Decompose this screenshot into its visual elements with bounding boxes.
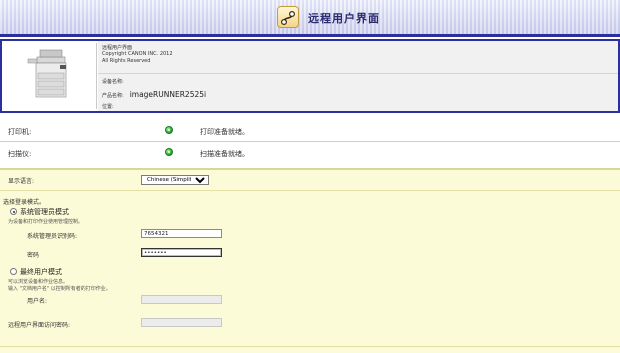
admin-id-label: 系统管理员识别码: — [27, 233, 78, 240]
login-mode-prompt: 选择登录模式。 — [3, 199, 46, 206]
login-form: 显示语言: Chinese (Simplified) 选择登录模式。 系统管理员… — [0, 168, 620, 353]
printer-status-text: 打印准备就绪。 — [200, 128, 249, 136]
admin-mode-description: 为设备和打印作业使用管理控制。 — [8, 219, 84, 225]
device-name-label: 设备名称: — [102, 79, 124, 85]
scanner-ready-icon — [165, 148, 173, 156]
user-mode-radio[interactable] — [10, 268, 17, 275]
scanner-status-row: 扫描仪: 扫描准备就绪。 — [0, 143, 620, 163]
admin-id-field[interactable]: 7654321 — [141, 229, 222, 238]
language-select[interactable]: Chinese (Simplified) — [141, 175, 209, 185]
meta-divider — [98, 73, 618, 74]
header-divider — [0, 34, 620, 37]
password-label: 密码 — [27, 252, 40, 259]
password-field[interactable]: ••••••• — [141, 248, 222, 257]
rui-password-field[interactable] — [141, 318, 222, 327]
scanner-status-text: 扫描准备就绪。 — [200, 150, 249, 158]
printer-status-row: 打印机: 打印准备就绪。 — [0, 121, 620, 141]
rui-password-label: 远程用户界面访问密码: — [8, 322, 71, 329]
form-divider — [0, 190, 620, 191]
scanner-label: 扫描仪: — [8, 150, 32, 158]
device-meta: 远程用户界面 Copyright CANON INC. 2012 All Rig… — [98, 41, 618, 111]
admin-mode-label[interactable]: 系统管理员模式 — [20, 207, 69, 217]
page-title: 远程用户界面 — [308, 12, 380, 25]
device-image — [4, 43, 97, 109]
form-bottom-divider — [0, 346, 620, 347]
admin-mode-radio[interactable] — [10, 208, 17, 215]
user-mode-hint: 输入 "文档用户名" 以控制所有者的打印作业。 — [8, 286, 111, 292]
app-name-text: 远程用户界面 — [102, 45, 133, 51]
language-label: 显示语言: — [8, 178, 35, 185]
location-label: 位置: — [102, 104, 114, 110]
status-divider — [0, 141, 620, 142]
user-mode-label[interactable]: 最终用户模式 — [20, 267, 62, 277]
username-label: 用户名: — [27, 298, 48, 305]
copyright-text: Copyright CANON INC. 2012 — [102, 51, 173, 57]
header-banner: 远程用户界面 — [0, 0, 620, 34]
remote-ui-logo-icon — [277, 6, 299, 28]
user-mode-description: 可以浏览设备和作业信息。 — [8, 279, 69, 285]
username-field[interactable] — [141, 295, 222, 304]
product-name-label: 产品名称: — [102, 93, 124, 99]
product-name-value: imageRUNNER2525i — [129, 90, 207, 99]
product-name-row: 产品名称: imageRUNNER2525i — [102, 90, 206, 99]
printer-ready-icon — [165, 126, 173, 134]
printer-label: 打印机: — [8, 128, 32, 136]
rights-text: All Rights Reserved — [102, 58, 151, 64]
device-info-panel: 远程用户界面 Copyright CANON INC. 2012 All Rig… — [0, 39, 620, 113]
